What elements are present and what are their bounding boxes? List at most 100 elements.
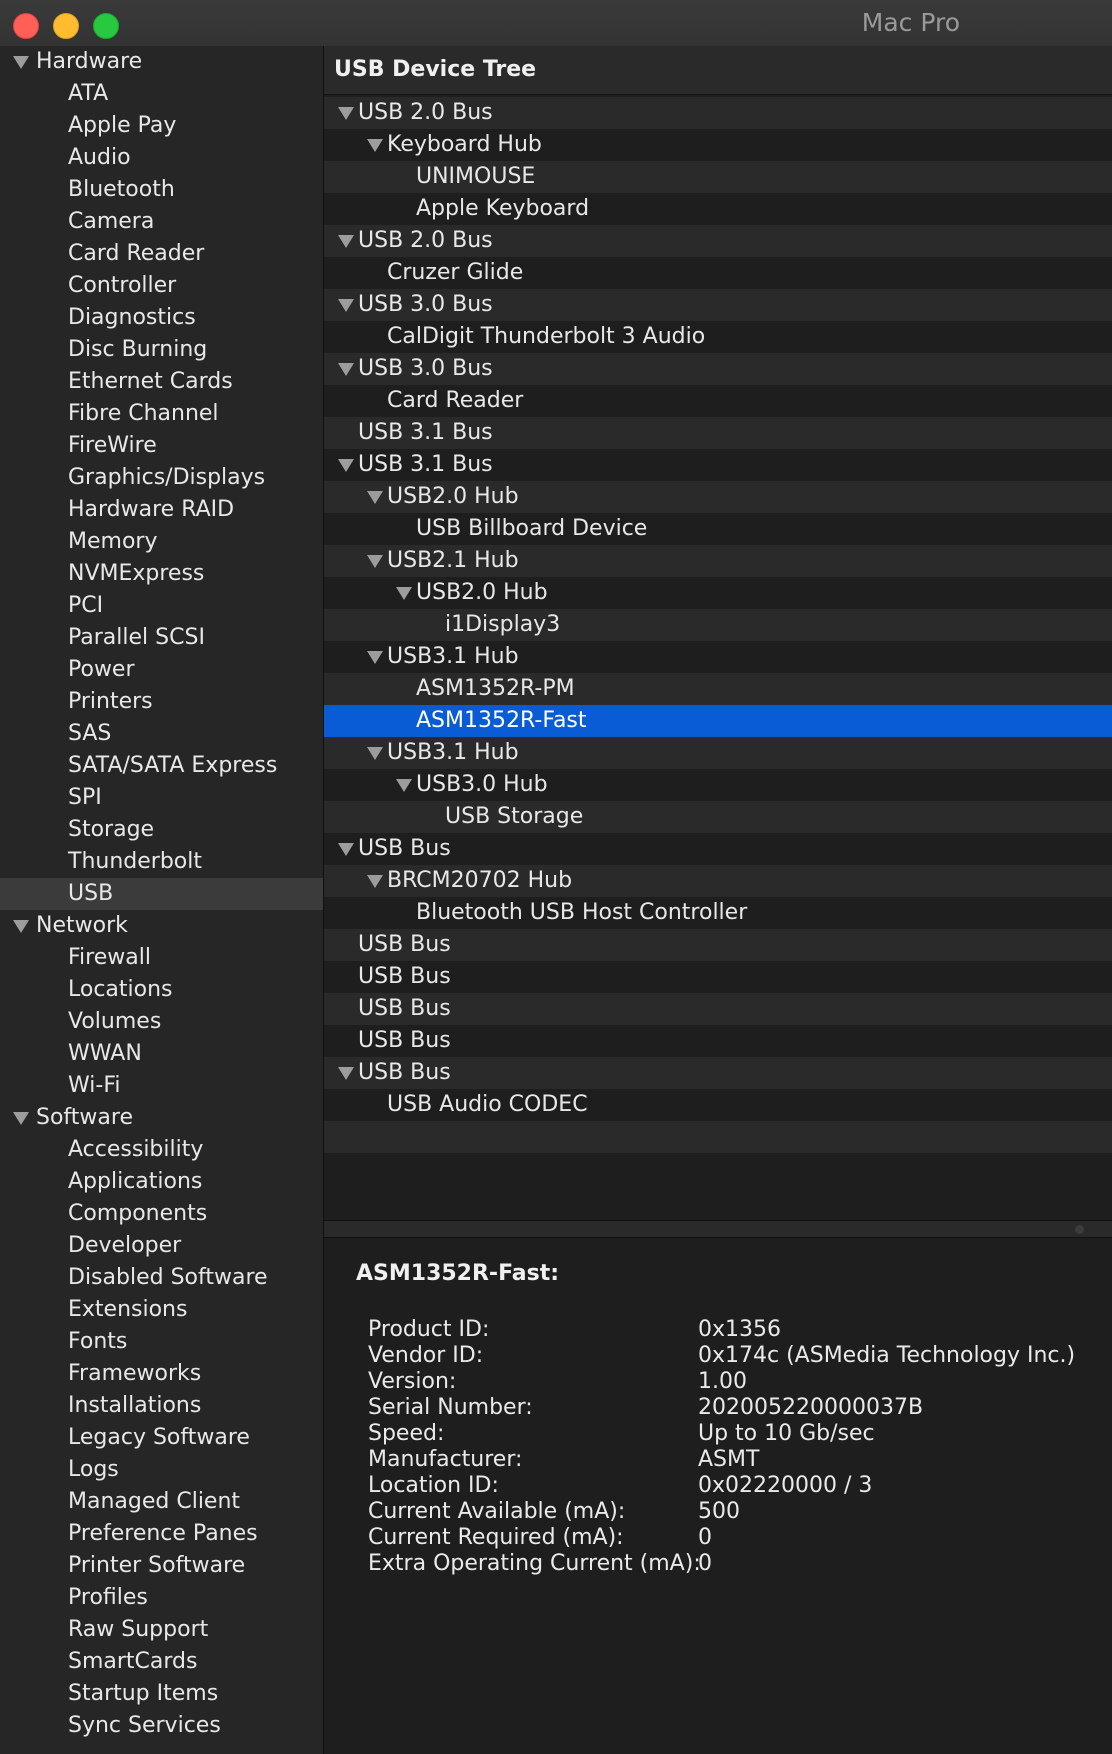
- sidebar-item-installations[interactable]: Installations: [0, 1390, 323, 1422]
- disclosure-triangle-icon[interactable]: [367, 747, 383, 760]
- tree-row-usb-2-0-bus[interactable]: USB 2.0 Bus: [324, 225, 1112, 257]
- disclosure-triangle-icon[interactable]: [338, 235, 354, 248]
- tree-row-usb-bus[interactable]: USB Bus: [324, 929, 1112, 961]
- sidebar-item-thunderbolt[interactable]: Thunderbolt: [0, 846, 323, 878]
- sidebar-item-disabled-software[interactable]: Disabled Software: [0, 1262, 323, 1294]
- tree-row-usb-2-0-bus[interactable]: USB 2.0 Bus: [324, 97, 1112, 129]
- sidebar-item-camera[interactable]: Camera: [0, 206, 323, 238]
- tree-row-cruzer-glide[interactable]: Cruzer Glide: [324, 257, 1112, 289]
- disclosure-triangle-icon[interactable]: [338, 299, 354, 312]
- sidebar-item-wwan[interactable]: WWAN: [0, 1038, 323, 1070]
- disclosure-triangle-icon[interactable]: [13, 56, 29, 69]
- sidebar-item-fibre-channel[interactable]: Fibre Channel: [0, 398, 323, 430]
- sidebar-item-firewire[interactable]: FireWire: [0, 430, 323, 462]
- disclosure-triangle-icon[interactable]: [367, 651, 383, 664]
- disclosure-triangle-icon[interactable]: [338, 459, 354, 472]
- sidebar-item-accessibility[interactable]: Accessibility: [0, 1134, 323, 1166]
- sidebar-item-sync-services[interactable]: Sync Services: [0, 1710, 323, 1742]
- disclosure-triangle-icon[interactable]: [367, 555, 383, 568]
- disclosure-triangle-icon[interactable]: [13, 1112, 29, 1125]
- sidebar-item-frameworks[interactable]: Frameworks: [0, 1358, 323, 1390]
- tree-row-usb-bus[interactable]: USB Bus: [324, 961, 1112, 993]
- tree-row-unimouse[interactable]: UNIMOUSE: [324, 161, 1112, 193]
- tree-row-bluetooth-usb-host-controller[interactable]: Bluetooth USB Host Controller: [324, 897, 1112, 929]
- sidebar-item-sata-sata-express[interactable]: SATA/SATA Express: [0, 750, 323, 782]
- sidebar-item-memory[interactable]: Memory: [0, 526, 323, 558]
- sidebar-item-card-reader[interactable]: Card Reader: [0, 238, 323, 270]
- sidebar-item-firewall[interactable]: Firewall: [0, 942, 323, 974]
- tree-row-usb-3-1-bus[interactable]: USB 3.1 Bus: [324, 449, 1112, 481]
- sidebar-item-usb[interactable]: USB: [0, 878, 323, 910]
- sidebar-item-ata[interactable]: ATA: [0, 78, 323, 110]
- sidebar-item-raw-support[interactable]: Raw Support: [0, 1614, 323, 1646]
- sidebar-item-legacy-software[interactable]: Legacy Software: [0, 1422, 323, 1454]
- sidebar-item-hardware-raid[interactable]: Hardware RAID: [0, 494, 323, 526]
- sidebar-item-graphics-displays[interactable]: Graphics/Displays: [0, 462, 323, 494]
- disclosure-triangle-icon[interactable]: [338, 1067, 354, 1080]
- tree-row-asm1352r-pm[interactable]: ASM1352R-PM: [324, 673, 1112, 705]
- tree-row-usb-audio-codec[interactable]: USB Audio CODEC: [324, 1089, 1112, 1121]
- disclosure-triangle-icon[interactable]: [367, 491, 383, 504]
- sidebar-category-software[interactable]: Software: [0, 1102, 323, 1134]
- sidebar-item-volumes[interactable]: Volumes: [0, 1006, 323, 1038]
- disclosure-triangle-icon[interactable]: [338, 843, 354, 856]
- sidebar-item-audio[interactable]: Audio: [0, 142, 323, 174]
- tree-row-i1display3[interactable]: i1Display3: [324, 609, 1112, 641]
- tree-row-usb2-0-hub[interactable]: USB2.0 Hub: [324, 481, 1112, 513]
- sidebar-item-profiles[interactable]: Profiles: [0, 1582, 323, 1614]
- sidebar-item-extensions[interactable]: Extensions: [0, 1294, 323, 1326]
- sidebar-item-controller[interactable]: Controller: [0, 270, 323, 302]
- disclosure-triangle-icon[interactable]: [396, 779, 412, 792]
- sidebar-item-pci[interactable]: PCI: [0, 590, 323, 622]
- tree-row-usb3-1-hub[interactable]: USB3.1 Hub: [324, 641, 1112, 673]
- tree-row-usb3-0-hub[interactable]: USB3.0 Hub: [324, 769, 1112, 801]
- sidebar-item-bluetooth[interactable]: Bluetooth: [0, 174, 323, 206]
- tree-row-usb-storage[interactable]: USB Storage: [324, 801, 1112, 833]
- disclosure-triangle-icon[interactable]: [338, 363, 354, 376]
- pane-splitter[interactable]: [324, 1220, 1112, 1238]
- sidebar-item-disc-burning[interactable]: Disc Burning: [0, 334, 323, 366]
- disclosure-triangle-icon[interactable]: [338, 107, 354, 120]
- sidebar-item-apple-pay[interactable]: Apple Pay: [0, 110, 323, 142]
- sidebar-item-applications[interactable]: Applications: [0, 1166, 323, 1198]
- sidebar-item-printers[interactable]: Printers: [0, 686, 323, 718]
- sidebar-item-fonts[interactable]: Fonts: [0, 1326, 323, 1358]
- disclosure-triangle-icon[interactable]: [13, 920, 29, 933]
- tree-row-usb-3-0-bus[interactable]: USB 3.0 Bus: [324, 289, 1112, 321]
- tree-header[interactable]: USB Device Tree: [324, 46, 1112, 95]
- sidebar-item-components[interactable]: Components: [0, 1198, 323, 1230]
- tree-row-usb-3-0-bus[interactable]: USB 3.0 Bus: [324, 353, 1112, 385]
- sidebar-item-power[interactable]: Power: [0, 654, 323, 686]
- sidebar-item-smartcards[interactable]: SmartCards: [0, 1646, 323, 1678]
- sidebar-category-hardware[interactable]: Hardware: [0, 46, 323, 78]
- sidebar-item-logs[interactable]: Logs: [0, 1454, 323, 1486]
- sidebar-item-locations[interactable]: Locations: [0, 974, 323, 1006]
- sidebar-item-ethernet-cards[interactable]: Ethernet Cards: [0, 366, 323, 398]
- splitter-handle[interactable]: [1075, 1225, 1084, 1234]
- tree-row-asm1352r-fast[interactable]: ASM1352R-Fast: [324, 705, 1112, 737]
- tree-row-usb3-1-hub[interactable]: USB3.1 Hub: [324, 737, 1112, 769]
- sidebar-category-network[interactable]: Network: [0, 910, 323, 942]
- tree-row-brcm20702-hub[interactable]: BRCM20702 Hub: [324, 865, 1112, 897]
- tree-row-usb-bus[interactable]: USB Bus: [324, 833, 1112, 865]
- tree-row-card-reader[interactable]: Card Reader: [324, 385, 1112, 417]
- sidebar-item-startup-items[interactable]: Startup Items: [0, 1678, 323, 1710]
- sidebar-item-managed-client[interactable]: Managed Client: [0, 1486, 323, 1518]
- sidebar-item-preference-panes[interactable]: Preference Panes: [0, 1518, 323, 1550]
- tree-row-usb-bus[interactable]: USB Bus: [324, 1057, 1112, 1089]
- sidebar-item-printer-software[interactable]: Printer Software: [0, 1550, 323, 1582]
- tree-row-usb2-1-hub[interactable]: USB2.1 Hub: [324, 545, 1112, 577]
- tree-row-usb2-0-hub[interactable]: USB2.0 Hub: [324, 577, 1112, 609]
- tree-row-usb-bus[interactable]: USB Bus: [324, 993, 1112, 1025]
- disclosure-triangle-icon[interactable]: [367, 139, 383, 152]
- tree-row-usb-billboard-device[interactable]: USB Billboard Device: [324, 513, 1112, 545]
- tree-row-caldigit-thunderbolt-3-audio[interactable]: CalDigit Thunderbolt 3 Audio: [324, 321, 1112, 353]
- sidebar-item-sas[interactable]: SAS: [0, 718, 323, 750]
- tree-row-usb-bus[interactable]: USB Bus: [324, 1025, 1112, 1057]
- sidebar-item-diagnostics[interactable]: Diagnostics: [0, 302, 323, 334]
- disclosure-triangle-icon[interactable]: [396, 587, 412, 600]
- tree-row-keyboard-hub[interactable]: Keyboard Hub: [324, 129, 1112, 161]
- sidebar-item-wi-fi[interactable]: Wi-Fi: [0, 1070, 323, 1102]
- sidebar-item-nvmexpress[interactable]: NVMExpress: [0, 558, 323, 590]
- disclosure-triangle-icon[interactable]: [367, 875, 383, 888]
